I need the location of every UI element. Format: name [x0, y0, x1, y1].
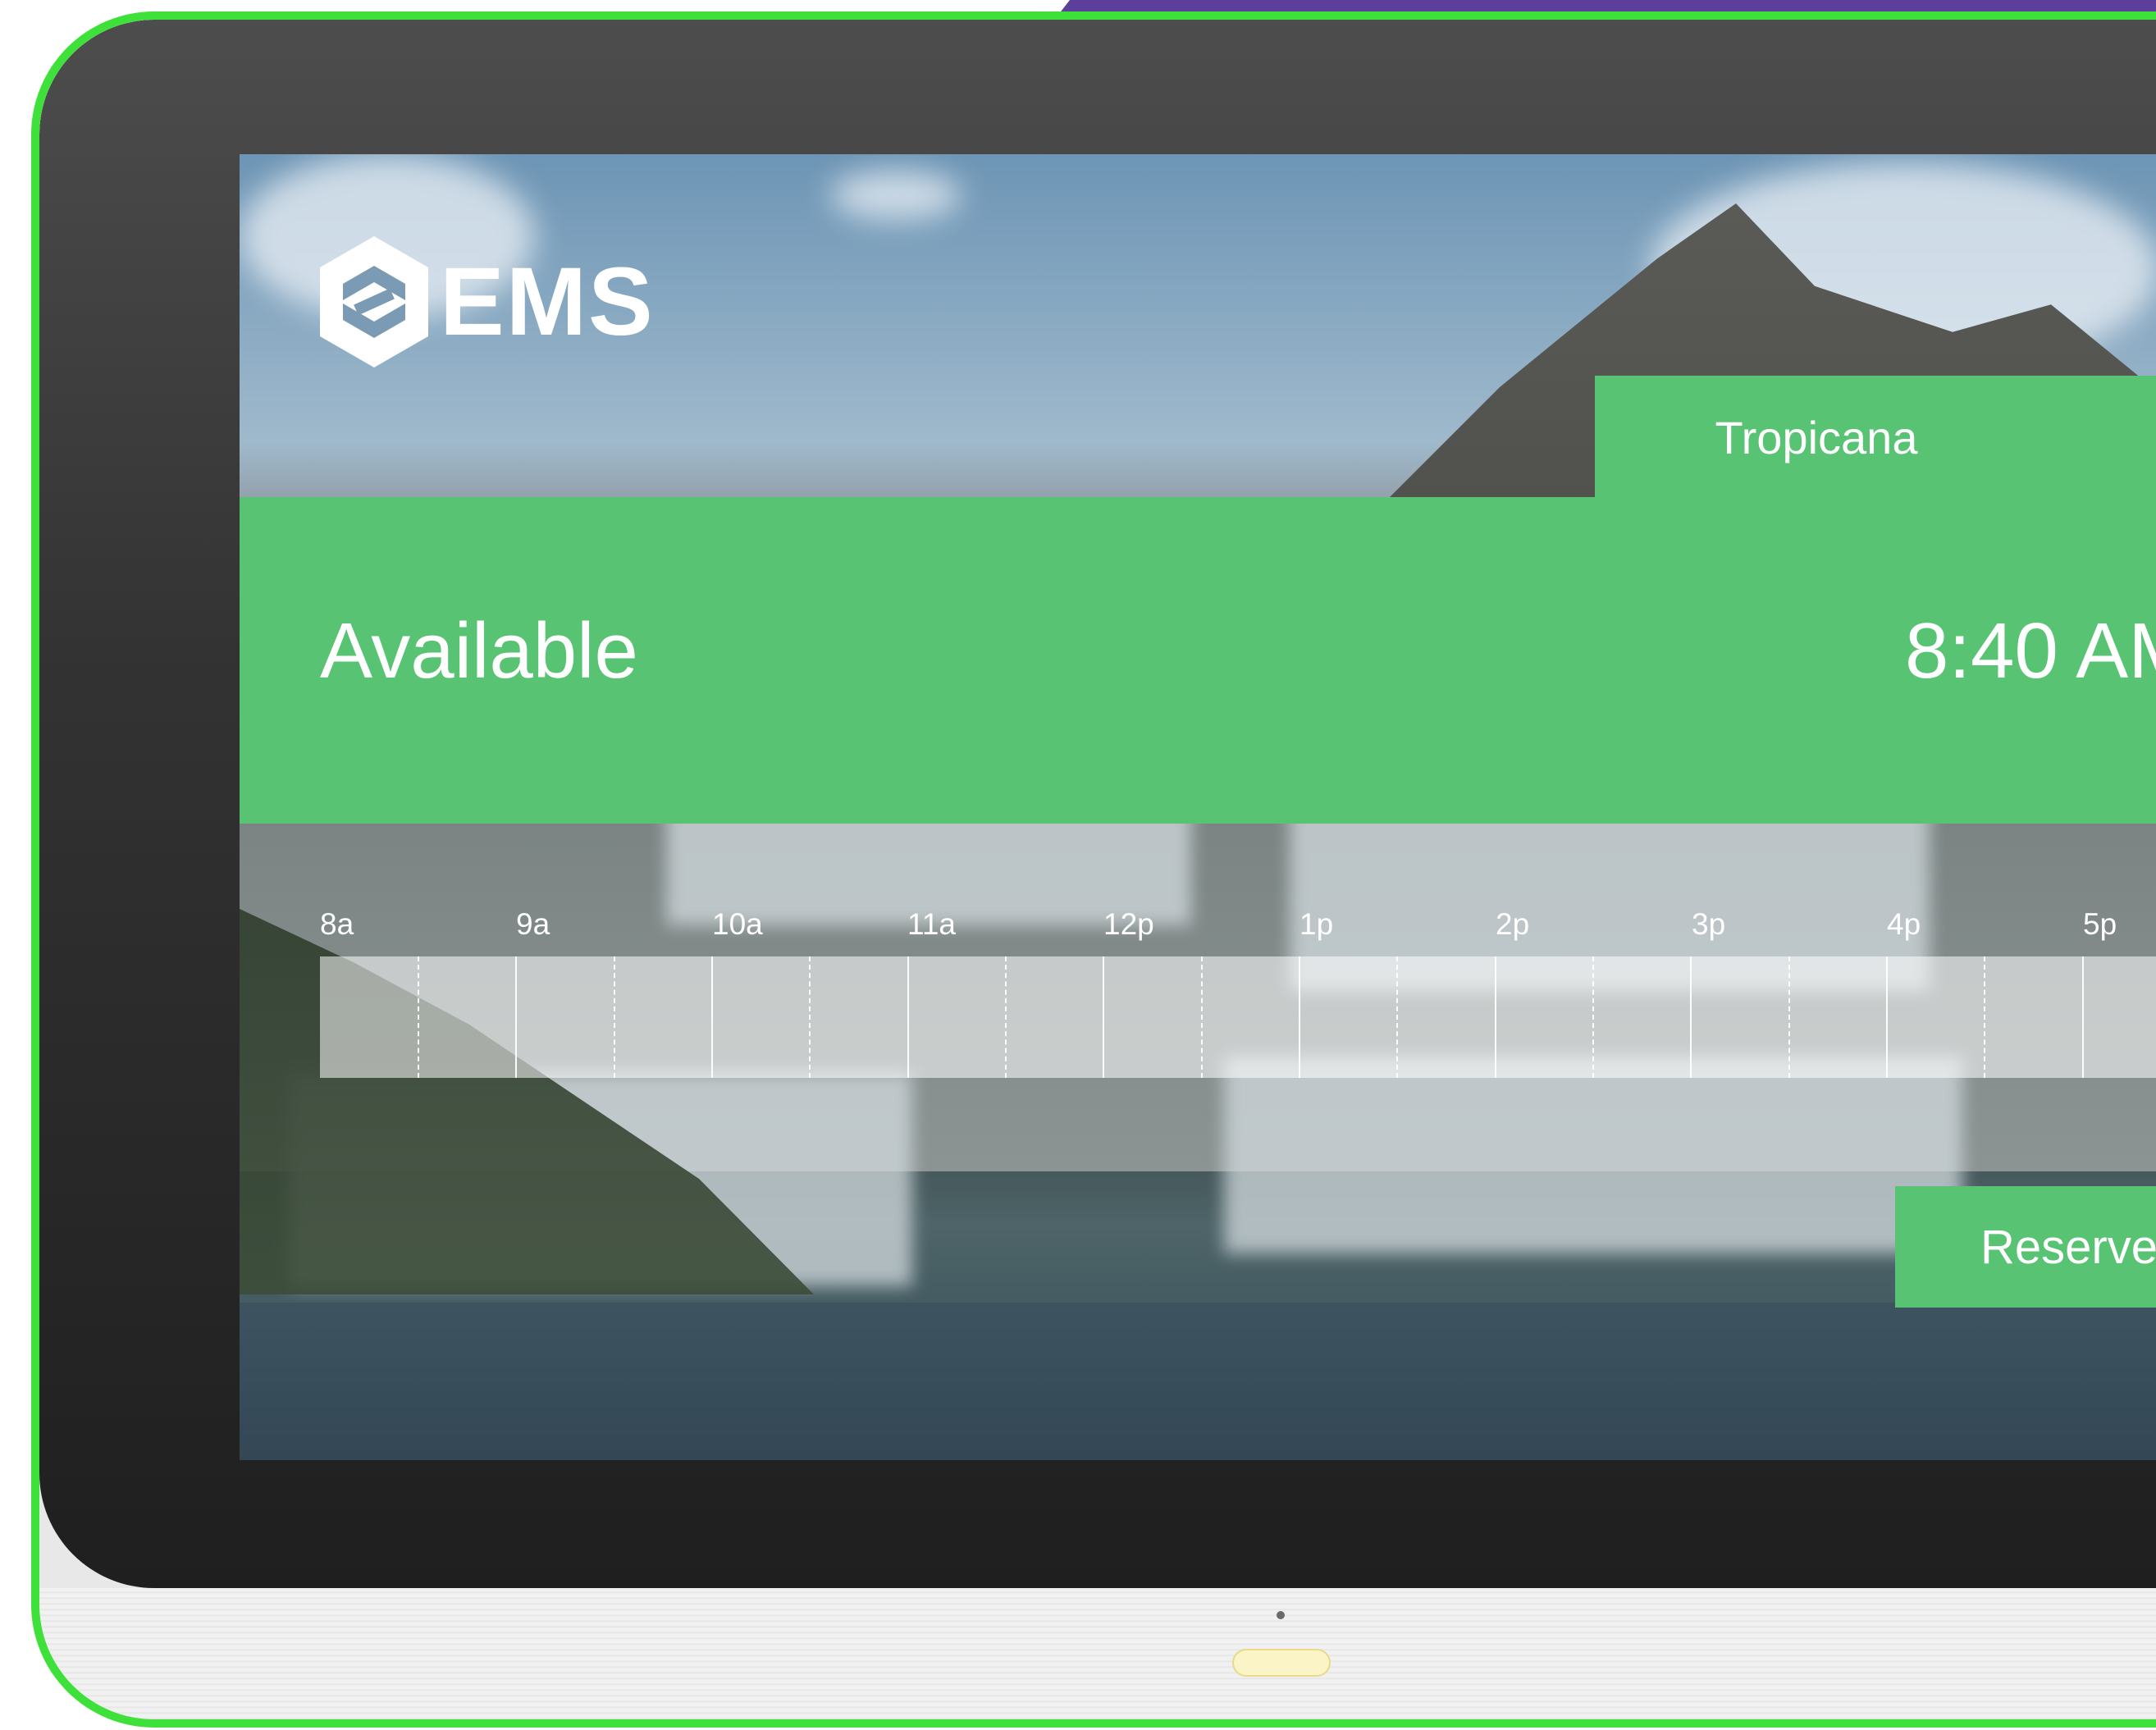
room-display-screen: EMS Tropicana Available 8:40 AM 8a 9a 10… — [240, 154, 2156, 1460]
hour-divider — [1690, 956, 1692, 1078]
hour-label: 9a — [516, 907, 550, 941]
status-banner: Available 8:40 AM — [240, 497, 2156, 824]
hour-label: 11a — [907, 907, 956, 941]
half-hour-divider — [1984, 956, 1985, 1078]
hour-divider — [1103, 956, 1104, 1078]
hour-label: 3p — [1692, 907, 1726, 941]
hour-divider — [515, 956, 517, 1078]
hour-label: 1p — [1300, 907, 1334, 941]
half-hour-divider — [614, 956, 615, 1078]
half-hour-divider — [1788, 956, 1790, 1078]
reserve-button-label: Reserve — [1980, 1220, 2156, 1274]
half-hour-divider — [1201, 956, 1203, 1078]
reserve-button[interactable]: Reserve — [1895, 1186, 2156, 1308]
ems-logo: EMS — [320, 236, 655, 367]
hour-label: 8a — [320, 907, 354, 941]
room-name: Tropicana — [1715, 411, 1918, 463]
hour-label: 4p — [1887, 907, 1921, 941]
timeline-hour-labels: 8a 9a 10a 11a 12p 1p 2p 3p 4p 5p — [320, 907, 2156, 948]
lake-image — [240, 1303, 2156, 1460]
half-hour-divider — [1592, 956, 1594, 1078]
snow-patch-image — [1224, 1057, 1962, 1253]
hour-divider — [2082, 956, 2084, 1078]
ems-logo-icon — [320, 236, 428, 367]
availability-status: Available — [320, 607, 638, 695]
hour-label: 5p — [2083, 907, 2117, 941]
hour-divider — [711, 956, 713, 1078]
hour-label: 2p — [1496, 907, 1530, 941]
schedule-timeline[interactable] — [320, 956, 2156, 1078]
room-name-tab: Tropicana — [1595, 376, 2156, 499]
hour-label: 10a — [712, 907, 763, 941]
hour-divider — [907, 956, 909, 1078]
half-hour-divider — [418, 956, 419, 1078]
hour-divider — [1886, 956, 1888, 1078]
current-time: 8:40 AM — [1905, 607, 2156, 695]
half-hour-divider — [1396, 956, 1398, 1078]
hour-divider — [1299, 956, 1300, 1078]
hour-divider — [1495, 956, 1496, 1078]
hour-label: 12p — [1103, 907, 1154, 941]
logo-text: EMS — [440, 248, 655, 356]
half-hour-divider — [1005, 956, 1007, 1078]
cloud-image — [830, 171, 962, 220]
half-hour-divider — [809, 956, 811, 1078]
